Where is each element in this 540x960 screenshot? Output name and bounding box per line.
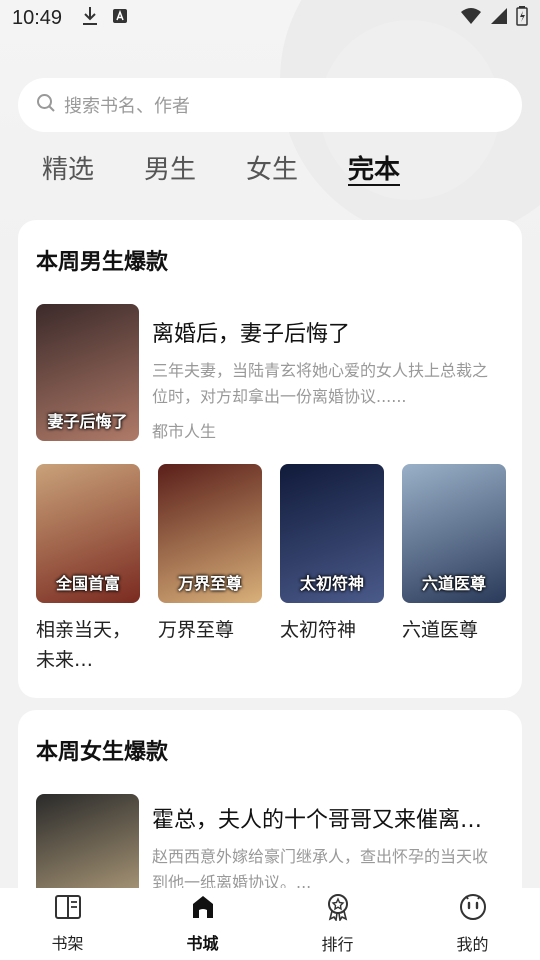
tab-completed[interactable]: 完本	[348, 150, 401, 190]
nav-label: 我的	[456, 935, 489, 954]
book-title[interactable]: 离婚后，妻子后悔了	[152, 316, 502, 348]
book-title[interactable]: 万界至尊	[158, 615, 262, 645]
bottom-navigation: 书架 书城 排行 我的	[0, 888, 540, 960]
tab-female[interactable]: 女生	[246, 150, 298, 190]
nav-profile[interactable]: 我的	[433, 893, 513, 955]
grid-book[interactable]: 万界至尊 万界至尊	[158, 464, 262, 675]
bookstore-icon	[189, 894, 217, 924]
status-bar: 10:49	[0, 0, 540, 36]
book-title[interactable]: 太初符神	[280, 615, 384, 645]
nav-bookshelf[interactable]: 书架	[28, 894, 108, 954]
search-input[interactable]: 搜索书名、作者	[64, 92, 190, 118]
ranking-icon	[324, 893, 352, 925]
book-description: 三年夫妻，当陆青玄将她心爱的女人扶上总裁之位时，对方却拿出一份离婚协议.....…	[152, 361, 489, 406]
male-bestsellers-card: 本周男生爆款 妻子后悔了 离婚后，妻子后悔了 三年夫妻，当陆青玄将她心爱的女人扶…	[18, 220, 522, 698]
cover-title: 妻子后悔了	[47, 412, 128, 431]
book-cover[interactable]: 妻子后悔了	[36, 304, 139, 441]
grid-book[interactable]: 六道医尊 六道医尊	[402, 464, 506, 675]
search-icon	[36, 93, 56, 117]
battery-icon	[516, 6, 528, 30]
nav-label: 书架	[51, 934, 84, 953]
cover-title: 万界至尊	[177, 574, 242, 593]
search-bar[interactable]: 搜索书名、作者	[18, 78, 522, 132]
cover-title: 太初符神	[299, 574, 364, 593]
tab-male[interactable]: 男生	[144, 150, 196, 190]
nav-bookstore[interactable]: 书城	[163, 894, 243, 954]
tab-selected[interactable]: 精选	[42, 150, 94, 190]
featured-book[interactable]: 妻子后悔了 离婚后，妻子后悔了 三年夫妻，当陆青玄将她心爱的女人扶上总裁之位时，…	[36, 304, 502, 442]
section-title: 本周男生爆款	[36, 250, 169, 275]
book-cover[interactable]: 万界至尊	[158, 464, 262, 603]
grid-book[interactable]: 太初符神 太初符神	[280, 464, 384, 675]
book-cover[interactable]: 太初符神	[280, 464, 384, 603]
nav-label: 书城	[186, 934, 219, 953]
profile-icon	[458, 893, 488, 925]
keyboard-a-icon	[112, 8, 128, 28]
wifi-icon	[460, 7, 482, 29]
book-cover[interactable]: 六道医尊	[402, 464, 506, 603]
category-tabs: 精选 男生 女生 完本	[42, 150, 401, 190]
book-title[interactable]: 六道医尊	[402, 615, 506, 645]
cover-title: 全国首富	[55, 574, 120, 593]
cover-title: 六道医尊	[421, 574, 486, 593]
grid-book[interactable]: 全国首富 相亲当天，未来…	[36, 464, 140, 675]
book-title[interactable]: 霍总，夫人的十个哥哥又来催离…	[152, 802, 502, 834]
bookshelf-icon	[54, 894, 82, 924]
book-title[interactable]: 相亲当天，未来…	[36, 615, 140, 675]
nav-label: 排行	[321, 935, 354, 954]
book-category: 都市人生	[152, 422, 217, 441]
section-title: 本周女生爆款	[36, 740, 169, 765]
signal-icon	[490, 7, 508, 29]
book-cover[interactable]: 全国首富	[36, 464, 140, 603]
book-grid: 全国首富 相亲当天，未来… 万界至尊 万界至尊 太初符神 太初符神 六道医尊 六…	[36, 464, 506, 675]
download-icon	[82, 6, 98, 30]
nav-ranking[interactable]: 排行	[298, 893, 378, 955]
status-time: 10:49	[12, 6, 63, 29]
